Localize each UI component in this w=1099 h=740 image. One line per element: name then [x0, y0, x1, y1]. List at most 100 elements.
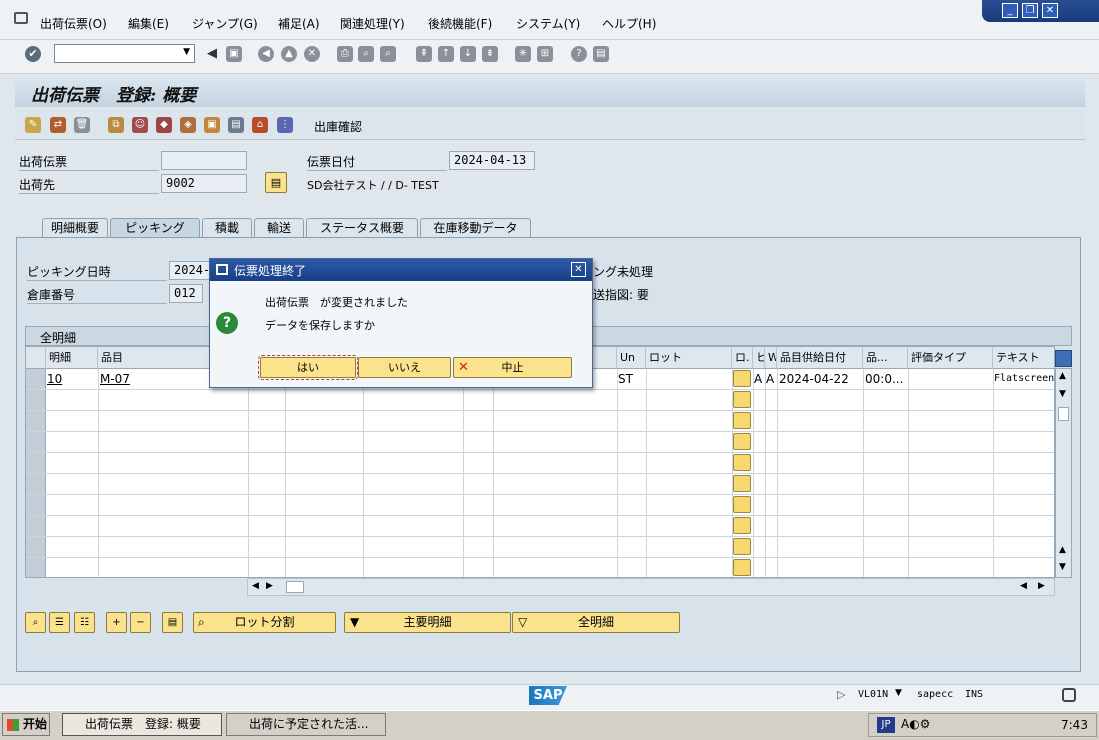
- menu-delivery[interactable]: 出荷伝票(O): [40, 15, 107, 32]
- picking-date-field[interactable]: 2024-: [169, 261, 213, 280]
- find-next-icon[interactable]: ⌕: [380, 46, 396, 62]
- col-time[interactable]: 品...: [863, 347, 908, 369]
- back-icon[interactable]: ◀: [258, 46, 274, 62]
- col-text[interactable]: テキスト: [993, 347, 1054, 369]
- table-row[interactable]: [26, 537, 1054, 558]
- table-row[interactable]: [26, 390, 1054, 411]
- batch-split-checkbox[interactable]: [733, 391, 751, 408]
- scroll-left-icon[interactable]: ◀: [1020, 581, 1027, 591]
- insert-row-icon[interactable]: +: [106, 612, 127, 633]
- find-icon[interactable]: ⌕: [358, 46, 374, 62]
- item-detail-icon[interactable]: ⌕: [25, 612, 46, 633]
- row-selector[interactable]: [26, 495, 46, 515]
- address-icon[interactable]: ▤: [265, 172, 287, 193]
- menu-extras[interactable]: 補足(A): [278, 15, 320, 32]
- item-icon[interactable]: ◈: [180, 117, 196, 133]
- row-selector[interactable]: [26, 537, 46, 557]
- col-availability-date[interactable]: 品目供給日付: [777, 347, 863, 369]
- delete-icon[interactable]: 🗑: [74, 117, 90, 133]
- batch-split-checkbox[interactable]: [733, 559, 751, 576]
- deselect-all-icon[interactable]: ☷: [74, 612, 95, 633]
- first-page-icon[interactable]: ⇞: [416, 46, 432, 62]
- table-row[interactable]: [26, 474, 1054, 495]
- batch-split-checkbox[interactable]: [733, 454, 751, 471]
- document-date-field[interactable]: 2024-04-13: [449, 151, 535, 170]
- batch-split-checkbox[interactable]: [733, 538, 751, 555]
- close-icon[interactable]: ✕: [1042, 3, 1058, 18]
- scroll-thumb[interactable]: [286, 581, 304, 593]
- column-settings-icon[interactable]: [1055, 350, 1072, 367]
- ime-toolbar-icon[interactable]: A◐⚙: [901, 717, 930, 731]
- select-all-header[interactable]: [26, 347, 46, 369]
- menu-goto[interactable]: ジャンプ(G): [192, 15, 258, 32]
- copy-icon[interactable]: ⧉: [108, 117, 124, 133]
- tab-transport[interactable]: 輸送: [254, 218, 304, 238]
- menu-subsequent[interactable]: 後続機能(F): [428, 15, 492, 32]
- col-unit[interactable]: Un: [617, 347, 646, 369]
- yes-button[interactable]: はい: [258, 355, 358, 380]
- tab-picking[interactable]: ピッキング: [110, 218, 200, 238]
- shortcut-icon[interactable]: ⊞: [537, 46, 553, 62]
- batch-split-checkbox[interactable]: [733, 475, 751, 492]
- vertical-scrollbar[interactable]: ▲ ▼ ▲ ▼: [1055, 368, 1072, 578]
- table-row[interactable]: [26, 558, 1054, 577]
- edit-icon[interactable]: ✎: [25, 117, 41, 133]
- taskbar-item[interactable]: 出荷に予定された活...: [226, 713, 386, 736]
- row-selector[interactable]: [26, 369, 46, 389]
- system-info-dropdown-icon[interactable]: ▼: [895, 688, 902, 698]
- table-row[interactable]: [26, 453, 1054, 474]
- row-selector[interactable]: [26, 432, 46, 452]
- prev-page-icon[interactable]: ↑: [438, 46, 454, 62]
- restore-icon[interactable]: ❐: [1022, 3, 1038, 18]
- display-change-icon[interactable]: ⇄: [50, 117, 66, 133]
- horizontal-scrollbar[interactable]: ◀ ▶ ◀ ▶: [247, 578, 1055, 596]
- row-selector[interactable]: [26, 390, 46, 410]
- row-selector[interactable]: [26, 411, 46, 431]
- material-link[interactable]: M-07: [100, 372, 130, 386]
- chevron-down-icon[interactable]: ▼: [183, 47, 190, 57]
- col-item[interactable]: 明細: [46, 347, 98, 369]
- start-button[interactable]: 开始: [2, 713, 50, 736]
- last-page-icon[interactable]: ⇟: [482, 46, 498, 62]
- scroll-right-icon[interactable]: ▶: [266, 581, 273, 591]
- col-valuation-type[interactable]: 評価タイプ: [908, 347, 993, 369]
- new-session-icon[interactable]: ✳: [515, 46, 531, 62]
- col-batch-split[interactable]: ロ.: [732, 347, 753, 369]
- cancel-button[interactable]: ✕ 中止: [453, 357, 572, 378]
- batch-split-checkbox[interactable]: [733, 517, 751, 534]
- scroll-left-icon[interactable]: ◀: [252, 581, 259, 591]
- delete-row-icon[interactable]: −: [130, 612, 151, 633]
- batch-split-checkbox[interactable]: [733, 433, 751, 450]
- all-items-button[interactable]: ▽ 全明細: [512, 612, 680, 633]
- menu-environment[interactable]: 関連処理(Y): [340, 15, 405, 32]
- row-selector[interactable]: [26, 516, 46, 536]
- tab-item-overview[interactable]: 明細概要: [42, 218, 108, 238]
- partner-icon[interactable]: ☺: [132, 117, 148, 133]
- enter-icon[interactable]: ✔: [25, 46, 41, 62]
- warehouse-field[interactable]: 012: [169, 284, 203, 303]
- goods-issue-button[interactable]: 出庫確認: [314, 118, 362, 135]
- save-icon[interactable]: ▣: [226, 46, 242, 62]
- table-row[interactable]: [26, 516, 1054, 537]
- session-menu-icon[interactable]: [14, 12, 28, 24]
- output-icon[interactable]: ▤: [228, 117, 244, 133]
- table-row[interactable]: [26, 432, 1054, 453]
- no-button[interactable]: いいえ: [358, 357, 451, 378]
- scroll-down-icon[interactable]: ▼: [1059, 562, 1066, 572]
- exit-icon[interactable]: ▲: [281, 46, 297, 62]
- menu-system[interactable]: システム(Y): [516, 15, 580, 32]
- tab-status-overview[interactable]: ステータス概要: [306, 218, 418, 238]
- row-selector[interactable]: [26, 558, 46, 577]
- taskbar-item[interactable]: 出荷伝票 登録: 概要: [62, 713, 222, 736]
- table-row[interactable]: [26, 495, 1054, 516]
- row-selector[interactable]: [26, 474, 46, 494]
- ime-language[interactable]: JP: [877, 717, 895, 733]
- minimize-icon[interactable]: _: [1002, 3, 1018, 18]
- next-page-icon[interactable]: ↓: [460, 46, 476, 62]
- layout-menu-icon[interactable]: ▤: [593, 46, 609, 62]
- shipto-field[interactable]: 9002: [161, 174, 247, 193]
- delivery-field[interactable]: [161, 151, 247, 170]
- back-arrow-icon[interactable]: ◀: [204, 46, 220, 62]
- batch-split-button[interactable]: ⌕ ロット分割: [193, 612, 336, 633]
- item-number-link[interactable]: 10: [47, 372, 62, 386]
